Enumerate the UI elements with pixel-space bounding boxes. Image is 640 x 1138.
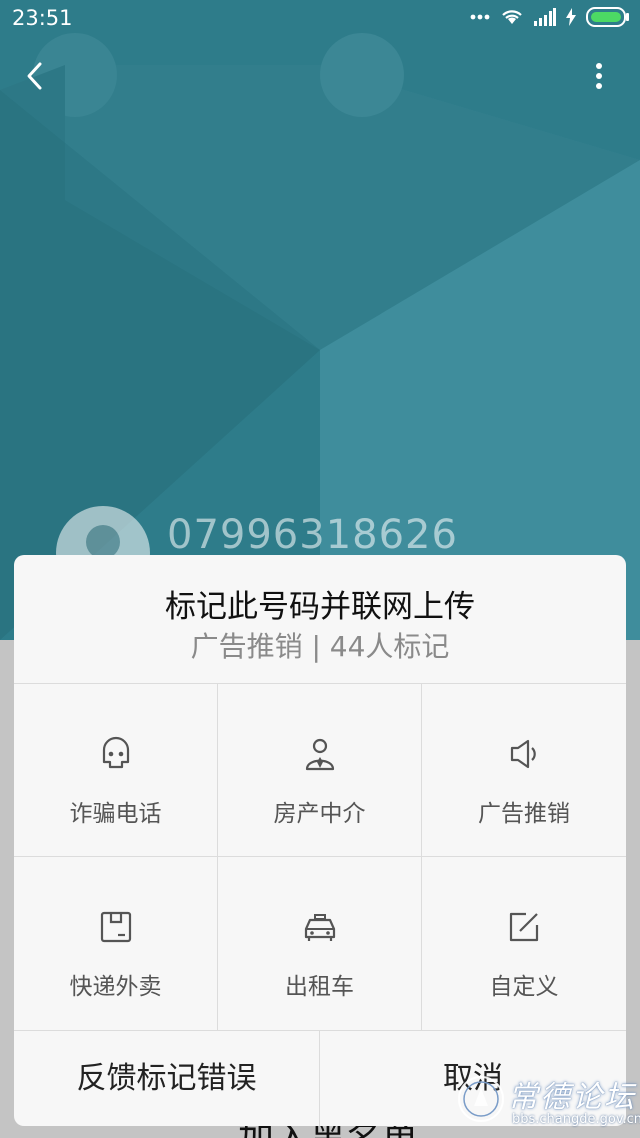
megaphone-icon	[510, 739, 536, 769]
more-options-button[interactable]	[588, 58, 610, 94]
option-delivery[interactable]: 快递外卖	[14, 857, 218, 1030]
package-box-icon	[100, 911, 132, 943]
mark-number-dialog: 标记此号码并联网上传 广告推销 | 44人标记 诈骗电话 房产中介 广告推销 快…	[14, 555, 626, 1126]
chevron-left-icon	[27, 62, 42, 90]
contact-phone-number: 07996318626	[167, 512, 458, 558]
charging-icon	[566, 8, 576, 26]
option-label: 出租车	[285, 974, 354, 1000]
option-fraud-call[interactable]: 诈骗电话	[14, 684, 218, 857]
agent-person-icon	[305, 738, 335, 771]
option-custom[interactable]: 自定义	[422, 857, 626, 1030]
option-label: 房产中介	[273, 801, 366, 827]
option-real-estate-agent[interactable]: 房产中介	[218, 684, 422, 857]
option-label: 自定义	[489, 974, 559, 1000]
back-button[interactable]	[20, 58, 52, 94]
option-advertising[interactable]: 广告推销	[422, 684, 626, 857]
fraud-mask-icon	[102, 736, 130, 769]
edit-square-icon	[509, 912, 539, 942]
dialog-header: 标记此号码并联网上传 广告推销 | 44人标记	[14, 555, 626, 684]
option-label: 诈骗电话	[69, 801, 162, 827]
status-time: 23:51	[12, 6, 73, 30]
dialog-subtitle: 广告推销 | 44人标记	[190, 630, 450, 663]
signal-icon	[534, 8, 556, 26]
wifi-icon	[502, 10, 522, 24]
option-label: 广告推销	[478, 801, 570, 827]
more-dots-icon	[470, 14, 490, 20]
taxi-icon	[304, 914, 336, 941]
cancel-button[interactable]: 取消	[320, 1031, 626, 1126]
dialog-footer: 反馈标记错误 取消	[14, 1030, 626, 1126]
vertical-dots-icon	[596, 63, 602, 89]
status-bar: 23:51	[0, 0, 640, 38]
option-label: 快递外卖	[69, 974, 162, 1000]
mark-options-grid: 诈骗电话 房产中介 广告推销 快递外卖 出租车 自定义	[14, 684, 626, 1030]
dialog-title: 标记此号码并联网上传	[165, 589, 475, 625]
option-taxi[interactable]: 出租车	[218, 857, 422, 1030]
battery-icon	[586, 7, 629, 27]
status-icons	[470, 7, 630, 27]
feedback-error-button[interactable]: 反馈标记错误	[14, 1031, 320, 1126]
